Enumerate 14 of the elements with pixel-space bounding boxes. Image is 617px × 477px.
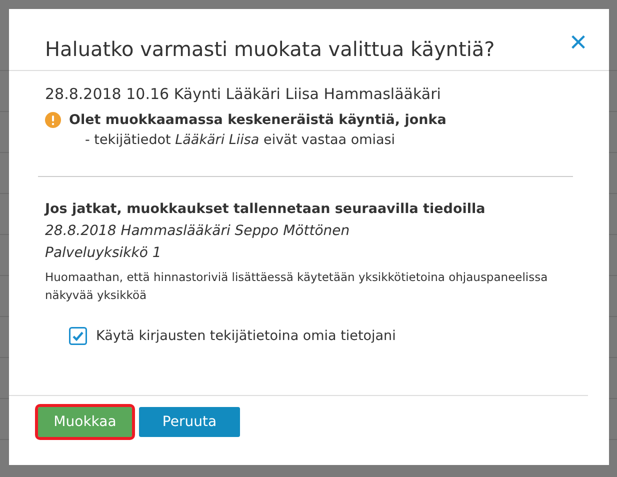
note-text: Huomaathan, että hinnastoriviä lisättäessä käytetään yksikkötietoina ohjauspaneelissa näkyvää yksikköä	[45, 269, 549, 304]
checkbox-label: Käytä kirjausten tekijätietoina omia tietojani	[96, 328, 396, 344]
save-detail: 28.8.2018 Hammaslääkäri Seppo Möttönen	[45, 223, 351, 239]
close-button[interactable]: ×	[569, 28, 587, 58]
warning-detail: - tekijätiedot Lääkäri Liisa eivät vastaa omiasi	[84, 132, 396, 148]
checkbox[interactable]	[69, 326, 87, 345]
cancel-button[interactable]: Peruuta	[139, 407, 240, 437]
save-detail: Palveluyksikkö 1	[45, 245, 162, 261]
visit-summary: 28.8.2018 10.16 Käynti Lääkäri Liisa Hammaslääkäri	[45, 85, 442, 103]
warning-icon	[45, 112, 61, 128]
section-heading: Jos jatkat, muokkaukset tallennetaan seuraavilla tiedoilla	[45, 201, 486, 217]
dialog-title: Haluatko varmasti muokata valittua käyntiä?	[45, 36, 495, 60]
warning-text: Olet muokkaamassa keskeneräistä käyntiä, jonka	[69, 112, 446, 128]
edit-button[interactable]: Muokkaa	[38, 407, 132, 437]
